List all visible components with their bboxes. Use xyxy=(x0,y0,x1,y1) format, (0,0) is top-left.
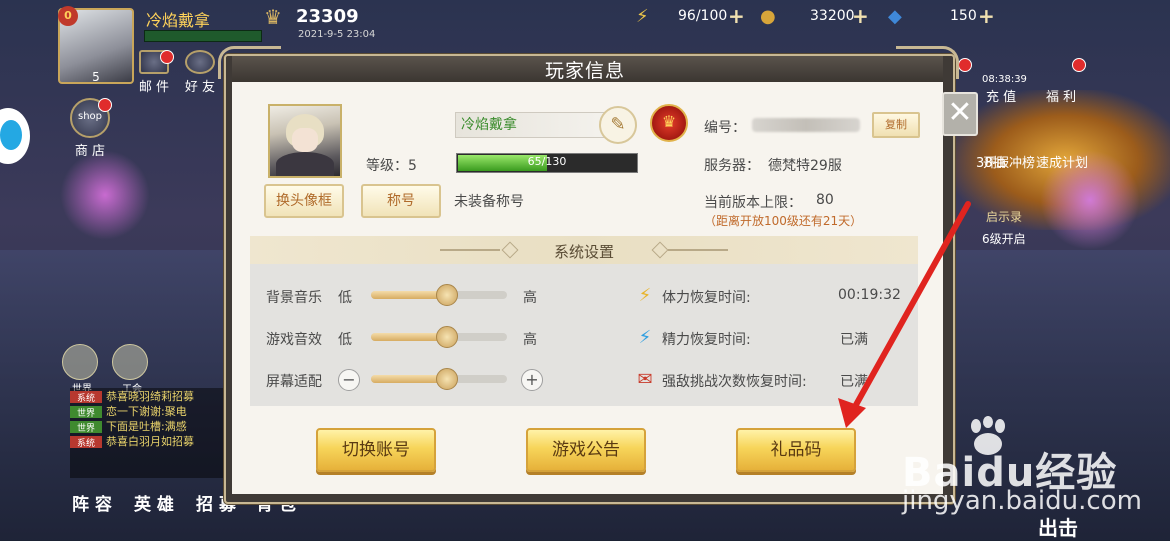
sortie-button[interactable]: 出击 xyxy=(1038,512,1078,541)
watermark-url: jingyan.baidu.com xyxy=(902,486,1142,516)
